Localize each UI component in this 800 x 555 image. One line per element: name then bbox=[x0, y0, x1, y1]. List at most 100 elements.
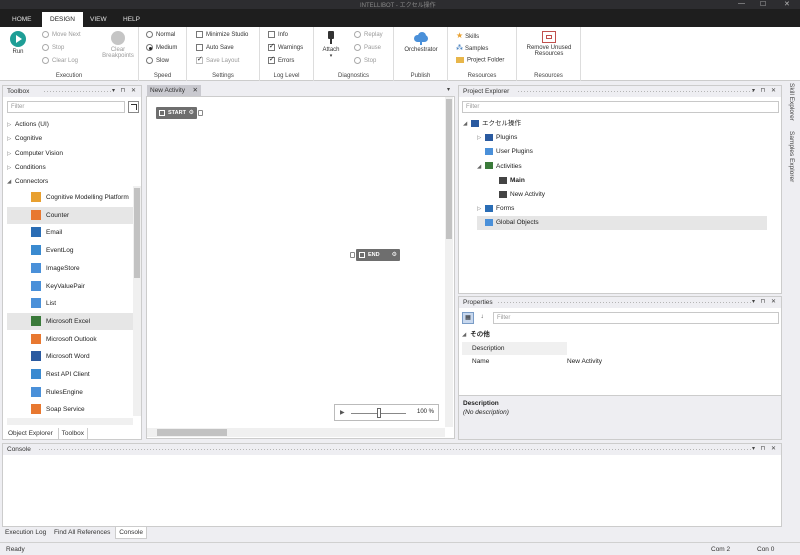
speed-slow-radio[interactable]: Slow bbox=[146, 57, 169, 64]
run-button[interactable]: Run bbox=[6, 31, 30, 55]
expanded-arrow-icon[interactable]: ◢ bbox=[477, 160, 485, 174]
toolbox-item[interactable]: Microsoft Outlook bbox=[7, 331, 133, 348]
samples-button[interactable]: ⁂ Samples bbox=[456, 44, 488, 52]
toolbox-filter-button[interactable] bbox=[128, 101, 139, 113]
end-gear-icon[interactable]: ⚙ bbox=[392, 249, 397, 261]
console-output[interactable] bbox=[5, 457, 779, 526]
collapsed-arrow-icon[interactable]: ▷ bbox=[477, 131, 485, 145]
stop-button[interactable]: Stop bbox=[42, 44, 64, 51]
side-tab-samples-explorer[interactable]: Samples Explorer bbox=[788, 131, 795, 182]
auto-save-checkbox[interactable]: Auto Save bbox=[196, 44, 234, 51]
toolbox-item[interactable]: KeyValuePair bbox=[7, 278, 133, 295]
start-node[interactable]: START ⚙ bbox=[156, 107, 197, 119]
project-explorer-filter-input[interactable]: Filter bbox=[462, 101, 779, 113]
categorized-view-button[interactable]: ▦ bbox=[462, 312, 474, 324]
toolbox-item[interactable]: Cognitive Modelling Platform bbox=[7, 189, 133, 206]
toolbox-scrollbar[interactable] bbox=[133, 186, 141, 416]
speed-normal-radio[interactable]: Normal bbox=[146, 31, 175, 38]
property-group-other[interactable]: ◢ その他 bbox=[462, 328, 780, 341]
side-tab-skill-explorer[interactable]: Skill Explorer bbox=[788, 83, 795, 121]
toolbox-hscroll[interactable] bbox=[7, 418, 133, 425]
project-tree-item[interactable]: User Plugins bbox=[477, 145, 533, 159]
save-layout-checkbox[interactable]: Save Layout bbox=[196, 55, 239, 64]
canvas-vscroll[interactable] bbox=[445, 97, 453, 427]
warnings-checkbox[interactable]: Warnings bbox=[268, 42, 303, 51]
project-tree-item[interactable]: ▷ Plugins bbox=[477, 131, 517, 145]
toolbox-item[interactable]: Counter bbox=[7, 206, 133, 224]
project-tree-item[interactable]: ◢ エクセル操作 bbox=[463, 117, 521, 131]
tab-console[interactable]: Console bbox=[115, 527, 148, 539]
project-explorer-panel-controls[interactable]: ▾ ⊓ ✕ bbox=[752, 86, 778, 97]
collapsed-arrow-icon[interactable]: ▷ bbox=[477, 202, 485, 216]
toolbox-item[interactable]: ImageStore bbox=[7, 260, 133, 277]
close-button[interactable]: ✕ bbox=[784, 0, 790, 8]
clear-log-button[interactable]: Clear Log bbox=[42, 57, 78, 64]
expanded-arrow-icon[interactable]: ◢ bbox=[463, 117, 471, 131]
toolbox-item[interactable]: Soap Service bbox=[7, 401, 133, 418]
speed-medium-radio[interactable]: Medium bbox=[146, 44, 177, 51]
start-connector[interactable] bbox=[198, 110, 203, 116]
canvas-hscroll-thumb[interactable] bbox=[157, 429, 227, 436]
project-folder-button[interactable]: Project Folder bbox=[456, 57, 504, 64]
minimize-studio-checkbox[interactable]: Minimize Studio bbox=[196, 31, 248, 38]
zoom-slider[interactable] bbox=[351, 408, 406, 418]
start-gear-icon[interactable]: ⚙ bbox=[189, 107, 194, 119]
toolbox-item[interactable]: Rest API Client bbox=[7, 366, 133, 383]
move-next-button[interactable]: Move Next bbox=[42, 31, 81, 38]
tab-home[interactable]: HOME bbox=[4, 12, 40, 27]
tab-object-explorer[interactable]: Object Explorer bbox=[5, 428, 56, 439]
tab-view[interactable]: VIEW bbox=[82, 12, 115, 27]
properties-panel-controls[interactable]: ▾ ⊓ ✕ bbox=[752, 297, 778, 308]
properties-filter-input[interactable]: Filter bbox=[493, 312, 779, 324]
project-tree-item[interactable]: Main bbox=[491, 174, 525, 188]
zoom-slider-thumb[interactable] bbox=[376, 408, 381, 418]
minimize-button[interactable]: — bbox=[738, 0, 745, 7]
project-tree-item[interactable]: New Activity bbox=[491, 188, 545, 202]
errors-checkbox[interactable]: Errors bbox=[268, 55, 294, 64]
zoom-play-icon[interactable]: ▶ bbox=[340, 409, 345, 416]
toolbox-panel-controls[interactable]: ▾ ⊓ ✕ bbox=[112, 86, 138, 97]
toolbox-category-actions-ui[interactable]: ▷ Actions (UI) bbox=[7, 118, 49, 131]
alphabetical-view-button[interactable]: ↓ bbox=[476, 312, 488, 324]
canvas-hscroll[interactable] bbox=[147, 428, 445, 437]
toolbox-category-connectors[interactable]: ◢ Connectors bbox=[7, 175, 48, 188]
project-tree-item[interactable]: ▷ Forms bbox=[477, 202, 514, 216]
console-panel-controls[interactable]: ▾ ⊓ ✕ bbox=[752, 444, 778, 455]
designer-tab-dropdown-icon[interactable]: ▾ bbox=[447, 86, 450, 93]
skills-button[interactable]: ★ Skills bbox=[456, 31, 479, 40]
pause-button[interactable]: Pause bbox=[354, 44, 381, 51]
toolbox-scrollbar-thumb[interactable] bbox=[134, 188, 140, 278]
designer-canvas[interactable]: START ⚙ END ⚙ bbox=[146, 96, 455, 439]
replay-button[interactable]: Replay bbox=[354, 31, 383, 38]
toolbox-item[interactable]: Microsoft Word bbox=[7, 348, 133, 365]
tab-find-all-references[interactable]: Find All References bbox=[51, 527, 113, 538]
remove-unused-button[interactable]: Remove Unused Resources bbox=[519, 31, 579, 57]
attach-button[interactable]: Attach ▾ bbox=[318, 31, 344, 59]
tab-toolbox[interactable]: Toolbox bbox=[57, 428, 89, 440]
toolbox-category-cognitive[interactable]: ▷ Cognitive bbox=[7, 132, 42, 145]
toolbox-item[interactable]: List bbox=[7, 295, 133, 312]
toolbox-item[interactable]: EventLog bbox=[7, 242, 133, 259]
tab-design[interactable]: DESIGN bbox=[42, 12, 83, 27]
maximize-button[interactable]: ☐ bbox=[760, 0, 766, 8]
close-tab-icon[interactable]: ✕ bbox=[193, 85, 198, 96]
project-tree-item[interactable]: ◢ Activities bbox=[477, 160, 522, 174]
property-row-description[interactable]: Description bbox=[462, 342, 780, 355]
tab-help[interactable]: HELP bbox=[115, 12, 148, 27]
diag-stop-button[interactable]: Stop bbox=[354, 57, 376, 64]
project-tree-item[interactable]: Global Objects bbox=[477, 216, 767, 231]
info-checkbox[interactable]: Info bbox=[268, 31, 288, 38]
end-connector[interactable] bbox=[350, 252, 355, 258]
toolbox-category-computer-vision[interactable]: ▷ Computer Vision bbox=[7, 147, 63, 160]
property-row-name[interactable]: Name New Activity bbox=[462, 355, 780, 368]
property-value[interactable] bbox=[567, 342, 780, 355]
canvas-vscroll-thumb[interactable] bbox=[446, 99, 452, 239]
orchestrator-button[interactable]: Orchestrator bbox=[396, 31, 446, 53]
end-node[interactable]: END ⚙ bbox=[356, 249, 400, 261]
clear-breakpoints-button[interactable]: Clear Breakpoints bbox=[98, 31, 138, 59]
toolbox-item[interactable]: Microsoft Excel bbox=[7, 312, 133, 330]
tab-execution-log[interactable]: Execution Log bbox=[2, 527, 49, 538]
toolbox-item[interactable]: RulesEngine bbox=[7, 384, 133, 401]
toolbox-filter-input[interactable]: Filter bbox=[7, 101, 125, 113]
toolbox-category-conditions[interactable]: ▷ Conditions bbox=[7, 161, 46, 174]
